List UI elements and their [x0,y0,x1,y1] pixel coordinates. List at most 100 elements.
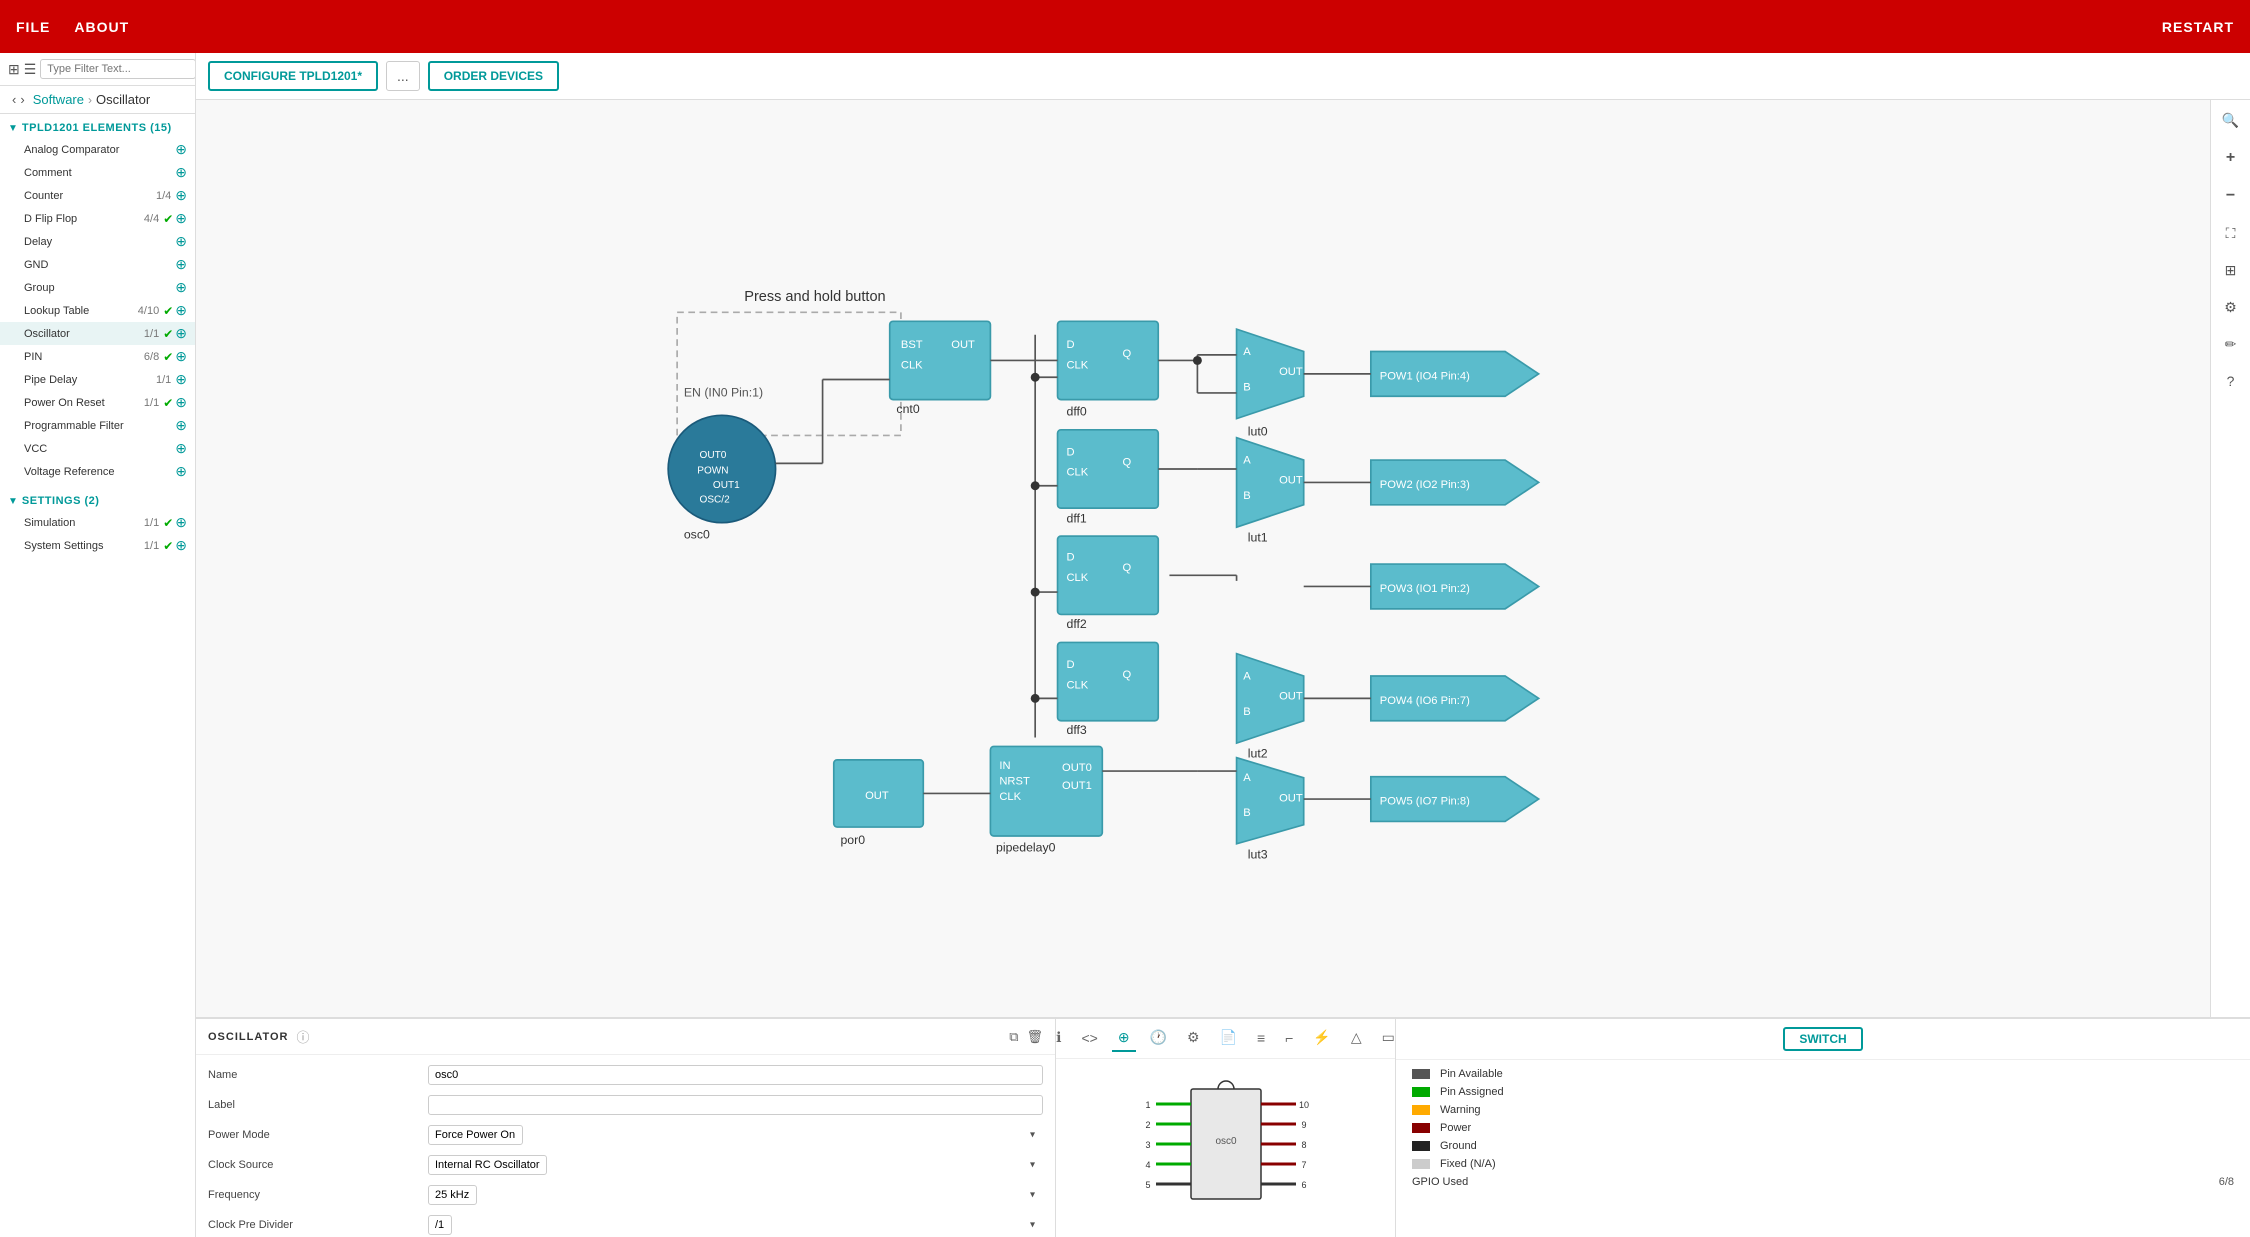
add-voltage-ref-icon[interactable]: ⊕ [175,463,187,480]
add-vcc-icon[interactable]: ⊕ [175,440,187,457]
action-bar: CONFIGURE TPLD1201* ... ORDER DEVICES [196,53,2250,100]
clock-source-select[interactable]: Internal RC Oscillator [428,1155,547,1175]
sidebar-item-pipe-delay[interactable]: Pipe Delay 1/1 ⊕ [0,368,195,391]
add-analog-comparator-icon[interactable]: ⊕ [175,141,187,158]
svg-text:OUT: OUT [1279,690,1303,702]
tpld-section-title: TPLD1201 ELEMENTS (15) [22,122,172,134]
legend-panel: SWITCH Pin Available Pin Assigned Warnin… [1396,1019,2250,1237]
sidebar-item-analog-comparator[interactable]: Analog Comparator ⊕ [0,138,195,161]
breadcrumb-row: ‹ › Software › Oscillator [0,86,195,114]
add-gnd-icon[interactable]: ⊕ [175,256,187,273]
svg-text:cnt0: cnt0 [896,402,919,416]
check-pin-icon: ✔ [163,350,173,364]
configure-button[interactable]: CONFIGURE TPLD1201* [208,61,378,91]
sidebar-item-gnd[interactable]: GND ⊕ [0,253,195,276]
sidebar-item-voltage-ref[interactable]: Voltage Reference ⊕ [0,460,195,483]
more-options-button[interactable]: ... [386,61,420,91]
add-system-settings-icon[interactable]: ⊕ [175,537,187,554]
grid-toggle-icon[interactable]: ⊞ [2221,258,2241,283]
sidebar-item-comment[interactable]: Comment ⊕ [0,161,195,184]
tab-info[interactable]: ℹ [1050,1025,1067,1052]
nav-forward[interactable]: › [20,92,24,107]
sidebar-item-pin[interactable]: PIN 6/8 ✔ ⊕ [0,345,195,368]
breadcrumb-parent[interactable]: Software [33,92,84,107]
order-devices-button[interactable]: ORDER DEVICES [428,61,559,91]
toolbar-row: ⊞ ☰ ✕ [0,53,195,86]
sidebar-item-lookup-table[interactable]: Lookup Table 4/10 ✔ ⊕ [0,299,195,322]
sidebar-item-power-on-reset[interactable]: Power On Reset 1/1 ✔ ⊕ [0,391,195,414]
restart-button[interactable]: RESTART [2162,19,2234,35]
nav-back[interactable]: ‹ [12,92,16,107]
sidebar-item-prog-filter[interactable]: Programmable Filter ⊕ [0,414,195,437]
tab-list[interactable]: ≡ [1251,1026,1271,1052]
menu-about[interactable]: ABOUT [74,19,129,35]
add-counter-icon[interactable]: ⊕ [175,187,187,204]
gpio-used-value: 6/8 [2219,1176,2234,1188]
add-group-icon[interactable]: ⊕ [175,279,187,296]
sidebar-item-oscillator[interactable]: Oscillator 1/1 ✔ ⊕ [0,322,195,345]
properties-header: OSCILLATOR ⓘ ⧉ 🗑 [196,1019,1055,1055]
add-simulation-icon[interactable]: ⊕ [175,514,187,531]
add-pipe-delay-icon[interactable]: ⊕ [175,371,187,388]
svg-text:D: D [1066,447,1074,459]
label-input[interactable] [428,1095,1043,1115]
tab-icons-row: ℹ <> ⊕ 🕐 ⚙ 📄 ≡ ⌐ ⚡ △ ▭ [1056,1019,1395,1059]
edit-icon[interactable]: ✏ [2221,332,2241,357]
svg-text:A: A [1243,454,1251,466]
tab-clock[interactable]: 🕐 [1144,1025,1173,1052]
filter-input[interactable] [40,59,196,79]
search-icon[interactable]: 🔍 [2218,108,2243,133]
tpld-section-header[interactable]: ▼ TPLD1201 ELEMENTS (15) [0,118,195,138]
help-icon[interactable]: ? [2223,369,2239,393]
schematic-canvas[interactable]: Press and hold button EN (IN0 Pin:1) BST… [196,100,2210,1017]
sidebar-item-delay[interactable]: Delay ⊕ [0,230,195,253]
tab-corner[interactable]: ⌐ [1279,1026,1299,1052]
svg-text:dff2: dff2 [1066,617,1086,631]
tab-code[interactable]: <> [1076,1026,1104,1052]
tab-power[interactable]: ⚡ [1307,1025,1336,1052]
tab-doc[interactable]: 📄 [1214,1025,1243,1052]
add-por-icon[interactable]: ⊕ [175,394,187,411]
frequency-select[interactable]: 25 kHz [428,1185,477,1205]
sidebar-item-counter[interactable]: Counter 1/4 ⊕ [0,184,195,207]
add-comment-icon[interactable]: ⊕ [175,164,187,181]
menu-icon[interactable]: ☰ [24,61,37,78]
switch-badge[interactable]: SWITCH [1783,1027,1862,1051]
svg-text:por0: por0 [840,833,865,847]
sidebar-item-group[interactable]: Group ⊕ [0,276,195,299]
legend-body: Pin Available Pin Assigned Warning Power [1396,1060,2250,1196]
name-input[interactable] [428,1065,1043,1085]
add-lookup-icon[interactable]: ⊕ [175,302,187,319]
power-mode-select[interactable]: Force Power On [428,1125,523,1145]
zoom-out-icon[interactable]: − [2222,183,2239,209]
svg-text:3: 3 [1145,1140,1150,1150]
add-prog-filter-icon[interactable]: ⊕ [175,417,187,434]
sidebar-item-vcc[interactable]: VCC ⊕ [0,437,195,460]
sidebar-item-system-settings[interactable]: System Settings 1/1 ✔ ⊕ [0,534,195,557]
settings-icon[interactable]: ⚙ [2220,295,2241,320]
tab-diagram[interactable]: ⊕ [1112,1025,1136,1052]
svg-text:POW1 (IO4 Pin:4): POW1 (IO4 Pin:4) [1380,370,1470,382]
zoom-in-icon[interactable]: + [2222,145,2239,171]
svg-text:9: 9 [1301,1120,1306,1130]
add-pin-icon[interactable]: ⊕ [175,348,187,365]
pin-diagram-panel: ℹ <> ⊕ 🕐 ⚙ 📄 ≡ ⌐ ⚡ △ ▭ [1056,1019,1396,1237]
clk-pre-div-select[interactable]: /1 [428,1215,452,1235]
add-oscillator-icon[interactable]: ⊕ [175,325,187,342]
tab-params[interactable]: ⚙ [1181,1025,1206,1052]
bottom-panel: OSCILLATOR ⓘ ⧉ 🗑 Name Label [196,1017,2250,1237]
delete-button[interactable]: 🗑 [1026,1029,1043,1045]
tab-triangle[interactable]: △ [1345,1025,1368,1052]
fit-view-icon[interactable]: ⛶ [2222,221,2240,246]
menu-file[interactable]: FILE [16,19,50,35]
add-delay-icon[interactable]: ⊕ [175,233,187,250]
grid-icon[interactable]: ⊞ [8,61,20,78]
canvas-area[interactable]: Press and hold button EN (IN0 Pin:1) BST… [196,100,2250,1017]
copy-button[interactable]: ⧉ [1009,1029,1018,1045]
sidebar-item-dflipflop[interactable]: D Flip Flop 4/4 ✔ ⊕ [0,207,195,230]
add-dflipflop-icon[interactable]: ⊕ [175,210,187,227]
sidebar-item-simulation[interactable]: Simulation 1/1 ✔ ⊕ [0,511,195,534]
settings-section-header[interactable]: ▼ SETTINGS (2) [0,491,195,511]
svg-text:4: 4 [1145,1160,1150,1170]
press-hold-label: Press and hold button [744,289,885,305]
